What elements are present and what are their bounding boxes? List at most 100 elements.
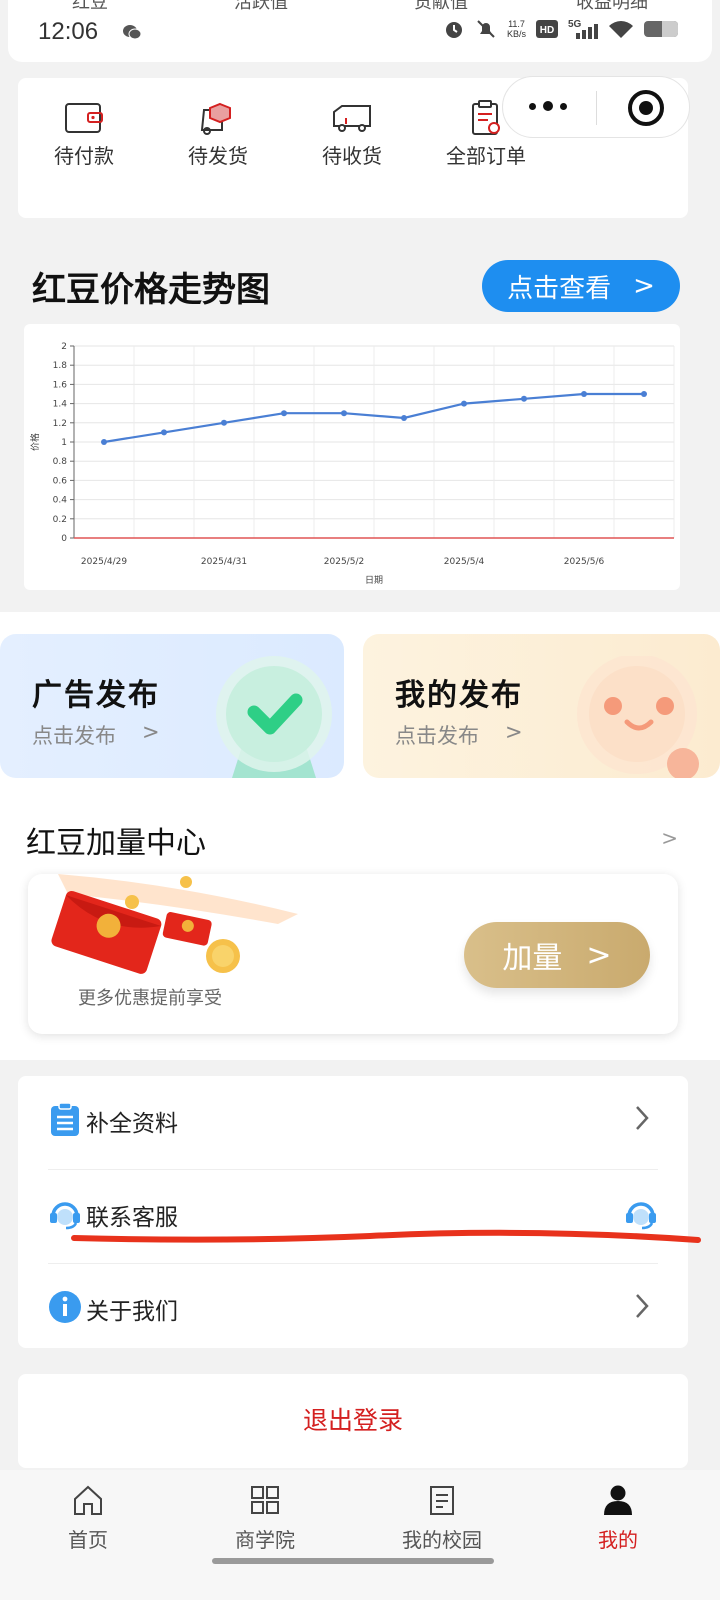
add-quota-button[interactable]: 加量 >: [464, 922, 650, 988]
y-tick-label: 0.4: [53, 496, 68, 506]
tab-my-campus[interactable]: 我的校园: [372, 1484, 512, 1553]
order-label: 待收货: [322, 144, 382, 168]
tab-business-school[interactable]: 商学院: [195, 1484, 335, 1553]
smiley-face-icon: [577, 656, 699, 778]
y-tick-label: 0.2: [53, 515, 67, 525]
settings-menu: 补全资料 联系客服 关于我们: [18, 1076, 688, 1348]
menu-label: 关于我们: [86, 1299, 178, 1325]
wifi-icon: [609, 21, 633, 38]
ad-publish-card[interactable]: 广告发布 点击发布 >: [0, 634, 344, 778]
price-point: [461, 400, 467, 407]
bottom-tab-bar: 首页 商学院 我的校园 我的: [0, 1470, 720, 1600]
home-indicator: [212, 1558, 494, 1564]
y-tick-label: 1.6: [53, 380, 68, 390]
x-tick-label: 2025/5/2: [324, 557, 364, 567]
y-tick-label: 1.2: [53, 419, 67, 429]
miniprogram-capsule: [502, 76, 690, 138]
cut-label-hongdou: 红豆: [72, 0, 108, 13]
price-point: [221, 419, 227, 426]
order-label: 全部订单: [446, 144, 526, 168]
tab-label: 我的校园: [402, 1528, 482, 1552]
y-tick-label: 0.8: [53, 457, 68, 467]
tab-label: 商学院: [235, 1528, 295, 1552]
cut-label-active: 活跃值: [234, 0, 288, 13]
x-axis-label: 日期: [365, 575, 383, 586]
battery-icon: [644, 21, 678, 37]
price-line-chart: 0 0.2 0.4 0.6 0.8 1 1.2 1.4 1.6 1.8 2 2025/4/29 2025…: [29, 342, 675, 586]
boost-center: 红豆加量中心 > 更多优惠提前享受 加量 >: [0, 798, 720, 1060]
menu-label: 补全资料: [86, 1111, 178, 1137]
y-tick-label: 0: [61, 534, 67, 544]
red-underline-annotation: [71, 1229, 701, 1243]
alarm-icon: [445, 22, 462, 38]
y-axis-label: 价格: [29, 433, 41, 451]
menu-contact-support[interactable]: 联系客服: [48, 1170, 658, 1264]
chevron-right-icon: [636, 1294, 649, 1318]
person-icon: [604, 1485, 632, 1515]
logout-button[interactable]: 退出登录: [18, 1374, 688, 1468]
chevron-right-icon: >: [505, 720, 523, 744]
tab-label: 首页: [68, 1528, 108, 1552]
signal-5g-icon: 5G: [568, 19, 598, 39]
boost-caption: 更多优惠提前享受: [78, 988, 222, 1009]
price-point: [161, 429, 167, 436]
tab-mine[interactable]: 我的: [548, 1484, 688, 1553]
y-tick-label: 1.4: [53, 400, 68, 410]
tab-home[interactable]: 首页: [18, 1484, 158, 1553]
order-label: 待发货: [188, 144, 248, 168]
order-list-icon: [472, 100, 500, 135]
grid-icon: [251, 1486, 279, 1514]
wallet-icon: [65, 103, 103, 133]
price-point: [401, 415, 407, 421]
more-options-icon[interactable]: [529, 101, 567, 111]
my-publish-title: 我的发布: [395, 678, 523, 713]
price-point: [281, 410, 287, 417]
checkmark-badge-icon: [216, 656, 332, 778]
price-chart: 0 0.2 0.4 0.6 0.8 1 1.2 1.4 1.6 1.8 2 2025/4/29 2025…: [24, 324, 680, 590]
my-publish-sub: 点击发布: [395, 724, 479, 748]
my-publish-card[interactable]: 我的发布 点击发布 >: [363, 634, 720, 778]
price-point: [521, 395, 527, 402]
x-tick-label: 2025/5/4: [444, 557, 485, 567]
price-trend-section: 红豆价格走势图 点击查看 > 0 0.2 0.4 0.6 0.8 1 1.2 1.4 1.6 1.…: [0, 232, 720, 612]
menu-about-us[interactable]: 关于我们: [48, 1264, 658, 1348]
chevron-right-icon: >: [142, 720, 160, 744]
net-speed: 11.7 KB/s: [506, 19, 526, 39]
x-tick-label: 2025/4/29: [81, 557, 127, 567]
hd-icon: HD: [536, 20, 558, 38]
truck-icon: [333, 105, 371, 132]
order-pending-payment[interactable]: 待付款: [24, 100, 144, 169]
menu-complete-profile[interactable]: 补全资料: [48, 1076, 658, 1170]
x-tick-label: 2025/5/6: [564, 557, 605, 567]
ad-publish-title: 广告发布: [32, 678, 160, 713]
y-tick-label: 2: [61, 342, 67, 352]
promo-row: 广告发布 点击发布 > 我的发布 点击发布 >: [0, 612, 720, 798]
status-time: 12:06: [38, 18, 99, 45]
price-point: [341, 410, 347, 417]
close-miniprogram-icon[interactable]: [628, 90, 664, 126]
price-point: [581, 391, 587, 397]
svg-text:5G: 5G: [568, 19, 582, 30]
boost-more-arrow[interactable]: >: [661, 826, 678, 850]
chevron-right-icon: [636, 1106, 649, 1130]
y-tick-label: 1: [61, 438, 67, 448]
boost-card[interactable]: 更多优惠提前享受 加量 >: [28, 874, 678, 1034]
order-pending-shipment[interactable]: 待发货: [158, 100, 278, 169]
mute-bell-icon: [477, 20, 495, 38]
ad-publish-sub: 点击发布: [32, 724, 116, 748]
price-point: [641, 391, 647, 397]
order-label: 待付款: [54, 144, 114, 168]
trend-title: 红豆价格走势图: [32, 270, 270, 310]
cut-label-contribution: 贡献值: [414, 0, 468, 13]
y-tick-label: 0.6: [53, 476, 68, 486]
cut-label-earnings: 收益明细: [576, 0, 648, 13]
view-trend-button[interactable]: 点击查看 >: [482, 260, 680, 312]
wechat-icon: [123, 25, 142, 40]
x-tick-label: 2025/4/31: [201, 557, 247, 567]
svg-text:HD: HD: [540, 25, 554, 36]
price-point: [101, 439, 107, 445]
y-tick-label: 1.8: [53, 361, 68, 371]
order-pending-receipt[interactable]: 待收货: [292, 100, 412, 169]
document-icon: [430, 1486, 454, 1515]
home-icon: [74, 1485, 102, 1515]
